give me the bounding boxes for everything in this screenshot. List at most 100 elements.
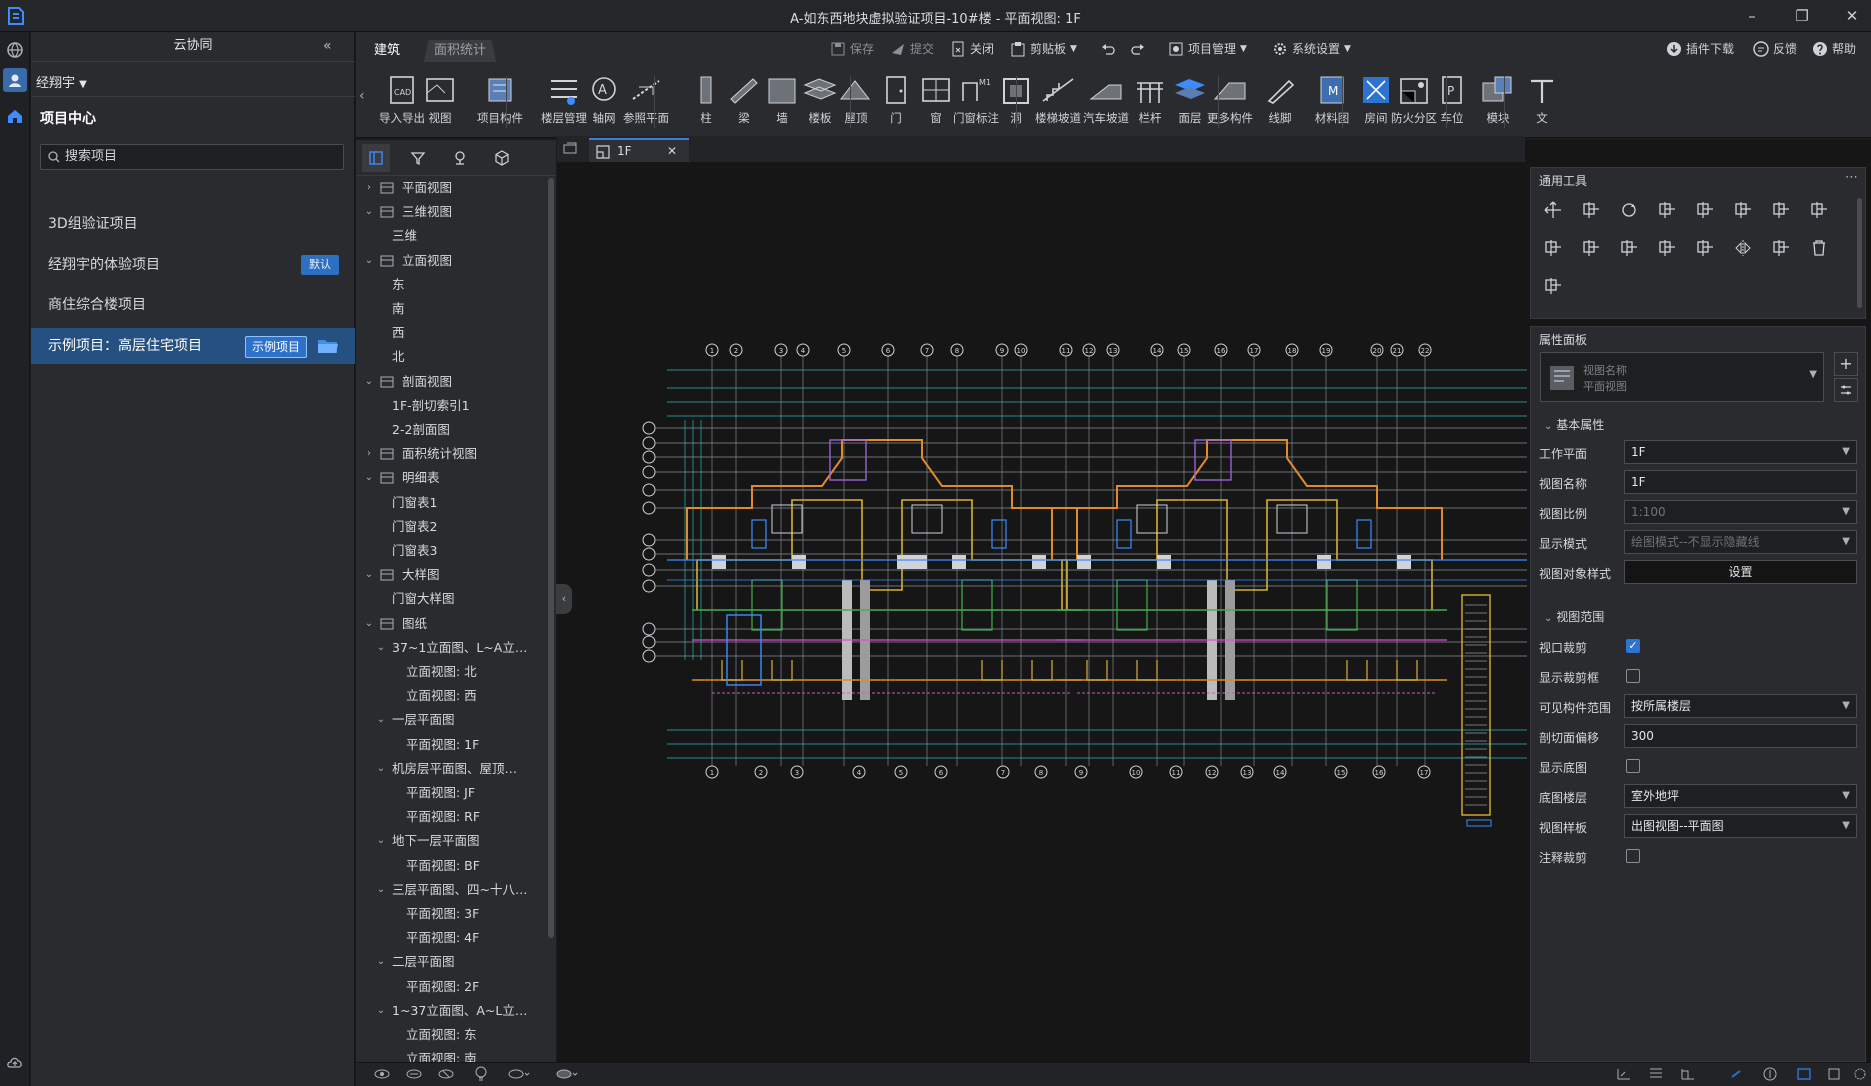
align-icon[interactable] bbox=[1653, 196, 1681, 224]
chevron-down-icon[interactable]: ⌄ bbox=[376, 636, 386, 660]
chevron-right-icon[interactable]: › bbox=[364, 442, 374, 466]
view-scale-select[interactable]: 1:100 ▼ bbox=[1624, 500, 1857, 524]
project-item[interactable]: 商住综合楼项目 bbox=[31, 287, 355, 323]
measure-icon[interactable] bbox=[1539, 272, 1567, 300]
tab-architecture[interactable]: 建筑 bbox=[364, 40, 410, 62]
avatar[interactable] bbox=[3, 68, 27, 92]
view-browser-icon[interactable] bbox=[362, 144, 390, 172]
add-view-button[interactable]: + bbox=[1834, 352, 1858, 376]
view-template-select[interactable]: 出图视图--平面图 ▼ bbox=[1624, 814, 1857, 838]
close-window-button[interactable]: ✕ bbox=[1842, 6, 1862, 26]
globe-icon[interactable] bbox=[3, 38, 27, 62]
collapse-panel-icon[interactable]: « bbox=[323, 38, 332, 54]
mirror-icon[interactable] bbox=[1729, 234, 1757, 262]
restore-button[interactable]: ❐ bbox=[1792, 6, 1812, 26]
project-item[interactable]: 3D组验证项目 bbox=[31, 206, 355, 242]
home-icon[interactable] bbox=[3, 104, 27, 128]
undo-button[interactable] bbox=[1100, 38, 1116, 60]
chevron-down-icon[interactable]: ⌄ bbox=[364, 563, 374, 587]
chevron-down-icon[interactable]: ⌄ bbox=[376, 950, 386, 974]
feedback-button[interactable]: 反馈 bbox=[1753, 38, 1797, 60]
visible-range-select[interactable]: 按所属楼层 ▼ bbox=[1624, 694, 1857, 718]
offset-icon[interactable] bbox=[1767, 196, 1795, 224]
tree-scrollbar[interactable] bbox=[548, 178, 554, 938]
object-style-button[interactable]: 设置 bbox=[1624, 560, 1857, 584]
tab-area-stats[interactable]: 面积统计 bbox=[424, 40, 497, 62]
snap-icon[interactable] bbox=[1616, 1067, 1632, 1081]
show-underlay-checkbox[interactable] bbox=[1626, 759, 1640, 773]
angle-icon[interactable] bbox=[1680, 1067, 1696, 1081]
box-icon[interactable] bbox=[1826, 1067, 1842, 1081]
cut-offset-input[interactable]: 300 bbox=[1624, 724, 1857, 748]
view-settings-button[interactable] bbox=[1834, 378, 1858, 402]
split-icon[interactable] bbox=[1729, 196, 1757, 224]
more-icon[interactable]: ⋯ bbox=[1845, 170, 1858, 185]
cloud-upload-icon[interactable] bbox=[3, 1050, 27, 1074]
display-mode-select[interactable]: 绘图模式--不显示隐藏线 ▼ bbox=[1624, 530, 1857, 554]
range-section-header[interactable]: ⌄ 视图范围 bbox=[1544, 608, 1604, 625]
trim-extend-icon[interactable] bbox=[1691, 196, 1719, 224]
show-crop-checkbox[interactable] bbox=[1626, 669, 1640, 683]
render-mode-icon[interactable] bbox=[556, 1067, 578, 1081]
ribbon-scroll-left-icon[interactable]: ‹ bbox=[359, 88, 365, 104]
work-plane-select[interactable]: 1F ▼ bbox=[1624, 440, 1857, 464]
list-icon[interactable] bbox=[1648, 1067, 1664, 1081]
mirror-trim-icon[interactable] bbox=[1577, 234, 1605, 262]
chevron-down-icon[interactable]: ⌄ bbox=[376, 999, 386, 1023]
tab-list-icon[interactable] bbox=[563, 142, 577, 156]
group-icon[interactable] bbox=[1691, 234, 1719, 262]
clipboard-button[interactable]: 剪贴板 ▼ bbox=[1010, 38, 1077, 60]
chevron-down-icon[interactable]: ⌄ bbox=[364, 249, 374, 273]
tool-view-button[interactable]: 视图 bbox=[414, 72, 466, 132]
close-button[interactable]: 关闭 bbox=[950, 38, 994, 60]
redo-button[interactable] bbox=[1130, 38, 1146, 60]
chevron-right-icon[interactable]: › bbox=[364, 176, 374, 200]
close-tab-icon[interactable]: ✕ bbox=[667, 140, 677, 162]
tool-text-button[interactable]: 文 bbox=[1516, 72, 1568, 132]
link-icon[interactable] bbox=[1728, 1067, 1744, 1081]
cube-icon[interactable] bbox=[488, 144, 516, 172]
project-item[interactable]: 经翔宇的体验项目 默认 bbox=[31, 247, 355, 283]
view-mode-icon[interactable] bbox=[508, 1067, 530, 1081]
move-icon[interactable] bbox=[1539, 196, 1567, 224]
help-button[interactable]: 帮助 bbox=[1812, 38, 1856, 60]
tool-molding-button[interactable]: 线脚 bbox=[1254, 72, 1306, 132]
chevron-down-icon[interactable]: ⌄ bbox=[376, 757, 386, 781]
tool-stair-ramp-button[interactable]: 楼梯坡道 bbox=[1032, 72, 1084, 132]
tool-more-components-button[interactable]: 更多构件 bbox=[1204, 72, 1256, 132]
system-settings-button[interactable]: 系统设置 ▼ bbox=[1272, 38, 1351, 60]
underlay-level-select[interactable]: 室外地坪 ▼ bbox=[1624, 784, 1857, 808]
lightbulb-icon[interactable] bbox=[474, 1066, 488, 1082]
tool-project-component-button[interactable]: 项目构件 bbox=[474, 72, 526, 132]
plugin-download-button[interactable]: 插件下载 bbox=[1666, 38, 1734, 60]
tools-scrollbar[interactable] bbox=[1857, 198, 1862, 308]
doc-tab-1f[interactable]: 1F ✕ bbox=[589, 138, 689, 162]
project-item-active[interactable]: 示例项目：高层住宅项目 示例项目 bbox=[31, 328, 355, 364]
user-menu[interactable]: 经翔宇 ▼ bbox=[36, 72, 87, 91]
chevron-down-icon[interactable]: ⌄ bbox=[364, 370, 374, 394]
extend-icon[interactable] bbox=[1615, 234, 1643, 262]
isolate-icon[interactable] bbox=[438, 1067, 454, 1081]
chevron-down-icon[interactable]: ⌄ bbox=[364, 612, 374, 636]
location-icon[interactable] bbox=[446, 144, 474, 172]
chevron-down-icon[interactable]: ⌄ bbox=[376, 878, 386, 902]
chevron-down-icon[interactable]: ⌄ bbox=[364, 466, 374, 490]
tool-ref-plane-button[interactable]: 参照平面 bbox=[620, 72, 672, 132]
chevron-down-icon[interactable]: ⌄ bbox=[364, 200, 374, 224]
chevron-down-icon[interactable]: ⌄ bbox=[376, 829, 386, 853]
tool-parking-button[interactable]: P 车位 bbox=[1426, 72, 1478, 132]
crop-view-checkbox[interactable]: ✓ bbox=[1626, 639, 1640, 653]
scale-icon[interactable] bbox=[1539, 234, 1567, 262]
rotate-icon[interactable] bbox=[1615, 196, 1643, 224]
basic-section-header[interactable]: ⌄ 基本属性 bbox=[1544, 416, 1604, 433]
collapse-tree-button[interactable]: ‹ bbox=[556, 584, 572, 614]
delete-icon[interactable] bbox=[1805, 234, 1833, 262]
view-name-input[interactable]: 1F bbox=[1624, 470, 1857, 494]
frame-icon[interactable] bbox=[1796, 1067, 1812, 1081]
layers-icon[interactable] bbox=[406, 1067, 422, 1081]
array-icon[interactable] bbox=[1805, 196, 1833, 224]
visibility-icon[interactable] bbox=[374, 1067, 390, 1081]
chevron-down-icon[interactable]: ⌄ bbox=[376, 708, 386, 732]
project-manage-button[interactable]: 项目管理 ▼ bbox=[1168, 38, 1247, 60]
annotation-crop-checkbox[interactable] bbox=[1626, 849, 1640, 863]
